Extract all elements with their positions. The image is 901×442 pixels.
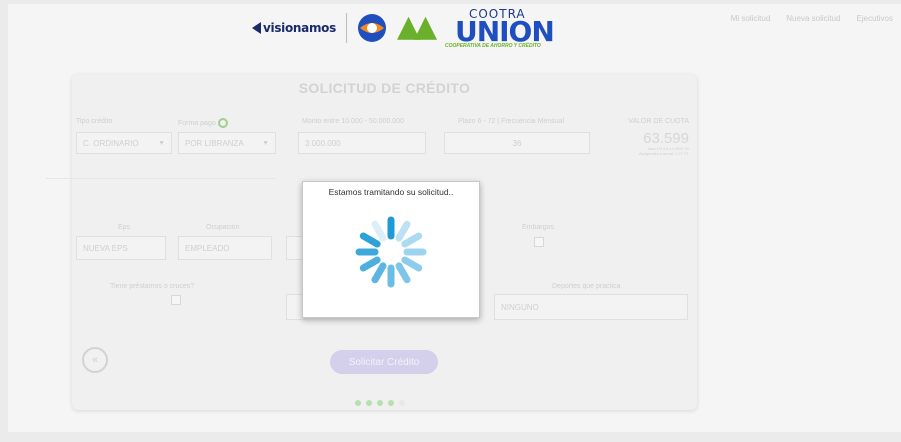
- chevron-down-icon: ▼: [158, 139, 165, 147]
- spinner-segment: [359, 256, 381, 272]
- coop-tagline: COOPERATIVA DE AHORRO Y CRÉDITO: [444, 43, 541, 49]
- back-button[interactable]: «: [82, 347, 108, 373]
- cuota-label: VALOR DE CUOTA: [628, 118, 689, 125]
- monto-input[interactable]: 3.000.000: [298, 132, 426, 154]
- loading-modal: Estamos tramitando su solicitud..: [302, 181, 480, 318]
- spinner-segment: [371, 262, 387, 284]
- prestamos-checkbox[interactable]: [171, 295, 181, 305]
- embargo-label: Embargos: [522, 224, 554, 231]
- nav-link-ejecutivos[interactable]: Ejecutivos: [857, 14, 893, 23]
- page-title: SOLICITUD DE CRÉDITO: [298, 80, 471, 96]
- nav-link-mi-solicitud[interactable]: Mi solicitud: [731, 14, 771, 23]
- cuota-note-line-2: Aseguradora anual: 1.77 YT: [639, 151, 689, 156]
- nav-link-nueva-solicitud[interactable]: Nueva solicitud: [786, 14, 840, 23]
- step-dot: [377, 400, 383, 406]
- eps-field[interactable]: NUEVA EPS: [76, 236, 166, 260]
- spinner-segment: [401, 232, 423, 248]
- eps-label: Eps: [118, 224, 131, 231]
- step-dot: [399, 400, 405, 406]
- loading-message: Estamos tramitando su solicitud..: [328, 187, 454, 197]
- deportes-select[interactable]: NINGUNO: [494, 294, 688, 320]
- top-nav: Mi solicitud Nueva solicitud Ejecutivos: [731, 14, 893, 23]
- plazo-input[interactable]: 36: [444, 132, 590, 154]
- visionamos-arrow-icon: [252, 22, 261, 34]
- tipo-credito-value: C. ORDINARIO: [83, 138, 139, 148]
- brand-logos: visionamos ▲▲ COOTRA UNION COOPERATIVA D…: [252, 7, 555, 49]
- visionamos-logo: visionamos: [252, 21, 336, 35]
- plazo-label: Plazo 6 - 72 | Frecuencia Mensual: [458, 118, 565, 125]
- chevron-down-icon: ▼: [262, 139, 269, 147]
- deportes-label: Deportes que practica: [552, 283, 621, 290]
- header: visionamos ▲▲ COOTRA UNION COOPERATIVA D…: [0, 0, 901, 50]
- help-icon[interactable]: [217, 118, 228, 128]
- submit-button[interactable]: Solicitar Crédito: [330, 350, 438, 374]
- tipo-credito-select[interactable]: C. ORDINARIO ▼: [76, 132, 172, 154]
- spinner-segment: [401, 256, 423, 272]
- deportes-value: NINGUNO: [501, 302, 539, 312]
- forma-pago-value: POR LIBRANZA: [185, 138, 244, 148]
- ocupacion-value: EMPLEADO: [185, 243, 230, 253]
- double-chevron-left-icon: «: [91, 354, 99, 366]
- tipo-credito-label: Tipo crédito: [76, 118, 113, 125]
- logo-separator: [345, 13, 347, 43]
- prestamos-label: Tiene préstamos o cruces?: [110, 283, 195, 290]
- visionamos-text: visionamos: [263, 21, 336, 35]
- monto-label: Monto entre 10.000 - 50.000.000: [302, 118, 404, 125]
- step-dot: [366, 400, 372, 406]
- eps-value: NUEVA EPS: [83, 243, 128, 253]
- monto-value: 3.000.000: [305, 138, 341, 148]
- ocupacion-label: Ocupación: [206, 224, 240, 231]
- spinner-segment: [359, 232, 381, 248]
- spinner-segment: [371, 220, 387, 242]
- plazo-value: 36: [512, 138, 522, 148]
- section-divider: [46, 178, 276, 179]
- embargo-checkbox[interactable]: [534, 237, 544, 247]
- cuota-note: Tasa 1% EA 12.68% Sv Aseguradora anual: …: [639, 146, 689, 156]
- cootra-union-logo: ▲▲ COOTRA UNION COOPERATIVA DE AHORRO Y …: [396, 7, 555, 49]
- step-dot: [388, 400, 394, 406]
- step-dot: [355, 400, 361, 406]
- step-indicator: [355, 400, 405, 406]
- aa-logo-icon: ▲▲: [396, 9, 437, 44]
- ocupacion-field[interactable]: EMPLEADO: [178, 236, 272, 260]
- spinner-segment: [395, 220, 411, 242]
- cuota-value: 63.599: [643, 130, 689, 147]
- spinner-segment: [395, 262, 411, 284]
- forma-pago-select[interactable]: POR LIBRANZA ▼: [178, 132, 276, 154]
- cooperative-seal-icon: [357, 14, 386, 42]
- loading-spinner-icon: [355, 216, 427, 288]
- forma-pago-label: Forma pago: [178, 118, 228, 128]
